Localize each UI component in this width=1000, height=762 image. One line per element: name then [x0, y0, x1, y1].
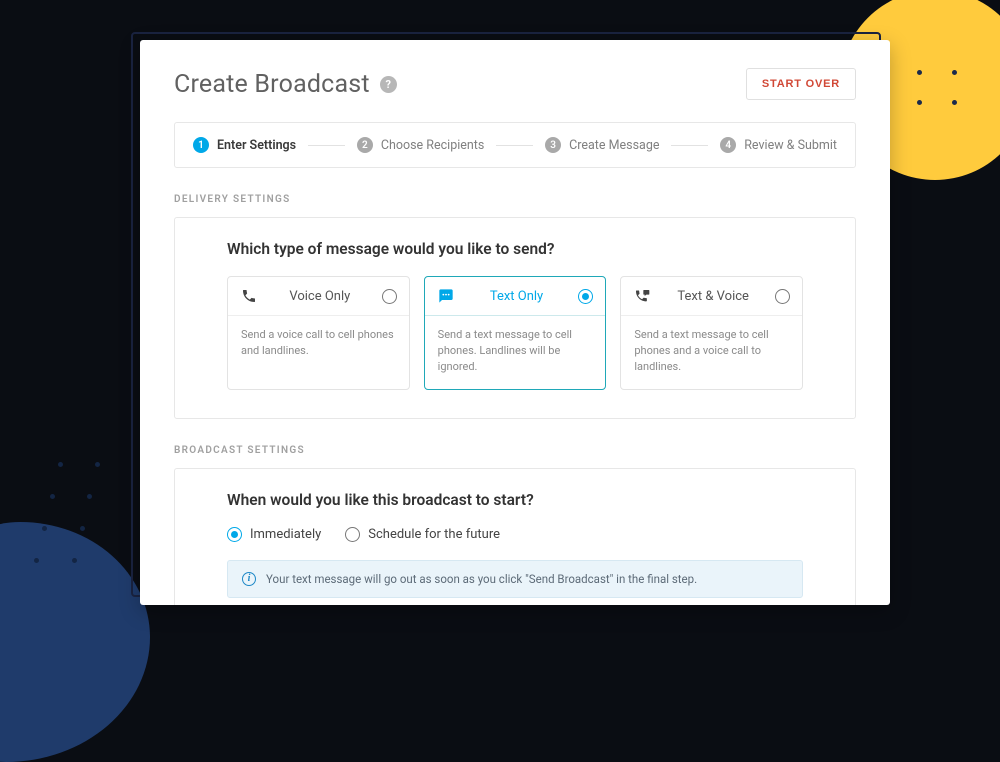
- step-number: 4: [720, 137, 736, 153]
- option-text-and-voice[interactable]: Text & Voice Send a text message to cell…: [620, 276, 803, 390]
- phone-icon: [240, 288, 258, 304]
- broadcast-question: When would you like this broadcast to st…: [227, 491, 803, 509]
- option-title: Voice Only: [268, 289, 372, 304]
- decorative-dots-top-right: [882, 70, 962, 130]
- option-description: Send a text message to cell phones. Land…: [425, 316, 606, 389]
- radio-indicator: [227, 527, 242, 542]
- radio-indicator: [578, 289, 593, 304]
- timing-label: Schedule for the future: [368, 527, 500, 542]
- step-connector: [308, 145, 345, 146]
- step-choose-recipients[interactable]: 2 Choose Recipients: [357, 137, 485, 153]
- step-number: 1: [193, 137, 209, 153]
- option-voice-only[interactable]: Voice Only Send a voice call to cell pho…: [227, 276, 410, 390]
- help-icon[interactable]: ?: [380, 76, 397, 93]
- step-connector: [671, 145, 708, 146]
- radio-indicator: [382, 289, 397, 304]
- info-icon: i: [242, 572, 256, 586]
- timing-label: Immediately: [250, 527, 321, 542]
- option-description: Send a voice call to cell phones and lan…: [228, 316, 409, 373]
- start-over-button[interactable]: START OVER: [746, 68, 856, 100]
- delivery-question: Which type of message would you like to …: [227, 240, 803, 258]
- wizard-stepper: 1 Enter Settings 2 Choose Recipients 3 C…: [174, 122, 856, 168]
- page-title: Create Broadcast: [174, 70, 370, 99]
- option-text-only[interactable]: Text Only Send a text message to cell ph…: [424, 276, 607, 390]
- broadcast-wizard-card: Create Broadcast ? START OVER 1 Enter Se…: [140, 40, 890, 605]
- option-title: Text & Voice: [661, 289, 765, 304]
- decorative-dots-bottom-left: [40, 462, 120, 562]
- timing-immediately[interactable]: Immediately: [227, 527, 321, 542]
- broadcast-section-label: BROADCAST SETTINGS: [174, 445, 856, 456]
- phone-chat-icon: [633, 288, 651, 304]
- step-number: 3: [545, 137, 561, 153]
- info-text: Your text message will go out as soon as…: [266, 572, 697, 586]
- delivery-section-label: DELIVERY SETTINGS: [174, 194, 856, 205]
- chat-icon: [437, 288, 455, 304]
- step-number: 2: [357, 137, 373, 153]
- step-connector: [496, 145, 533, 146]
- radio-indicator: [345, 527, 360, 542]
- step-label: Create Message: [569, 138, 659, 153]
- step-label: Enter Settings: [217, 138, 296, 153]
- step-review-submit[interactable]: 4 Review & Submit: [720, 137, 837, 153]
- radio-indicator: [775, 289, 790, 304]
- info-banner: i Your text message will go out as soon …: [227, 560, 803, 598]
- step-label: Choose Recipients: [381, 138, 485, 153]
- timing-schedule[interactable]: Schedule for the future: [345, 527, 500, 542]
- step-label: Review & Submit: [744, 138, 837, 153]
- delivery-settings-panel: Which type of message would you like to …: [174, 217, 856, 419]
- option-description: Send a text message to cell phones and a…: [621, 316, 802, 389]
- step-enter-settings[interactable]: 1 Enter Settings: [193, 137, 296, 153]
- broadcast-settings-panel: When would you like this broadcast to st…: [174, 468, 856, 605]
- step-create-message[interactable]: 3 Create Message: [545, 137, 659, 153]
- option-title: Text Only: [465, 289, 569, 304]
